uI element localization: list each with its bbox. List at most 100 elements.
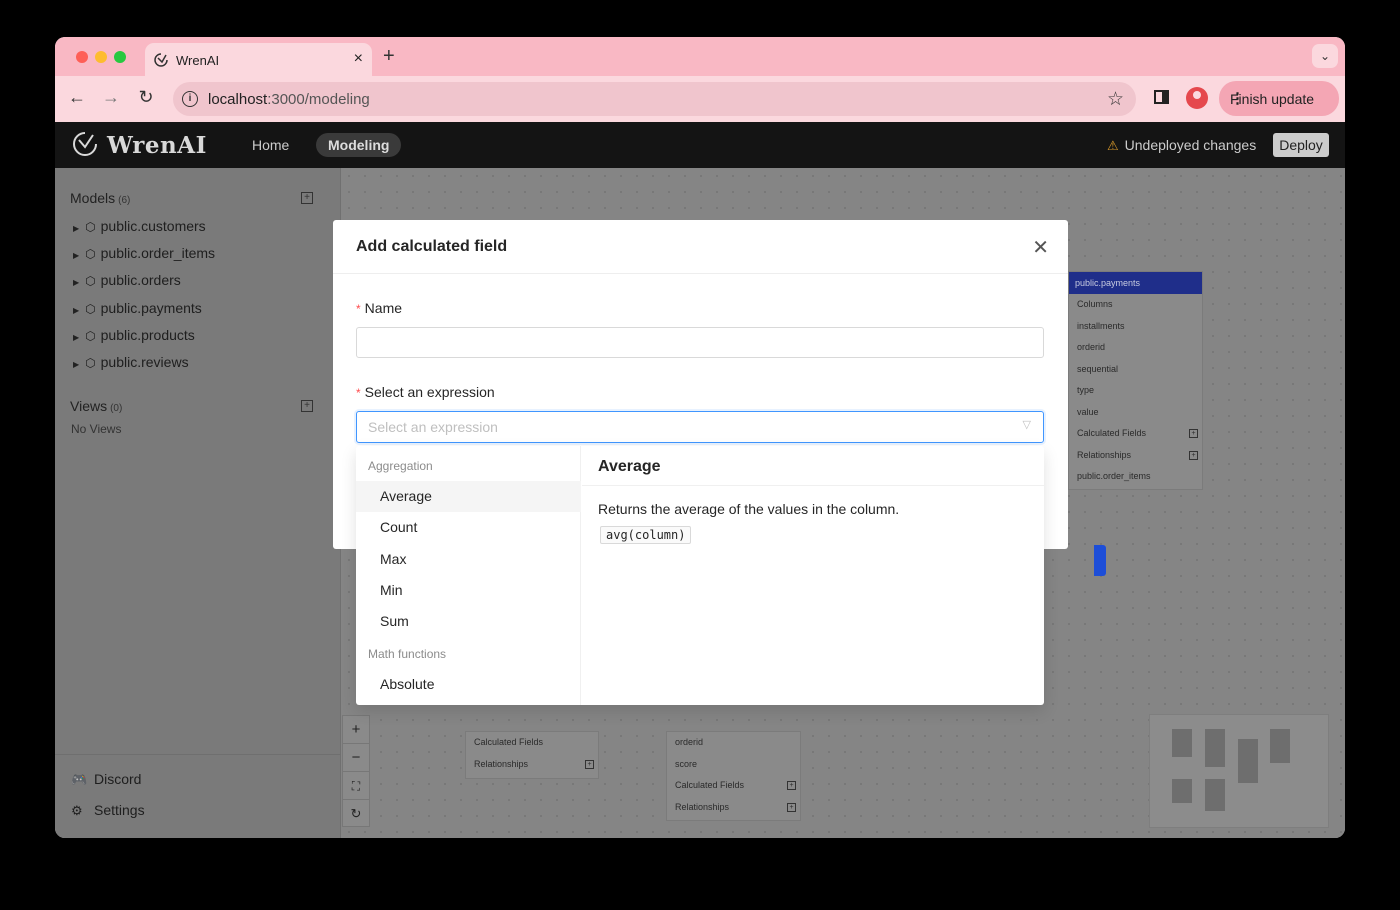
node-row-relationships[interactable]: Relationships + xyxy=(667,797,800,819)
submit-button[interactable] xyxy=(1094,545,1106,576)
model-node-payments[interactable]: public.payments Columns installments ord… xyxy=(1068,271,1203,490)
sidebar-item-model[interactable]: ▶ ⬡ public.orders xyxy=(73,272,181,288)
node-row-relationships[interactable]: Relationships + xyxy=(466,754,598,776)
settings-link[interactable]: ⚙ Settings xyxy=(71,802,145,819)
fit-view-icon[interactable]: ⛶ xyxy=(343,772,369,800)
sidebar-divider xyxy=(55,754,341,755)
site-info-icon[interactable]: i xyxy=(182,91,198,107)
minimap-node xyxy=(1172,729,1192,757)
close-icon[interactable]: ✕ xyxy=(1032,235,1049,260)
more-menu-icon[interactable]: ⋮ xyxy=(1230,89,1329,107)
sidebar-item-model[interactable]: ▶ ⬡ public.order_items xyxy=(73,245,215,261)
finish-update-button[interactable]: Finish update ⋮ xyxy=(1219,81,1339,116)
gear-icon: ⚙ xyxy=(71,803,83,818)
browser-tab[interactable]: WrenAI × xyxy=(145,43,372,76)
discord-link[interactable]: 🎮 Discord xyxy=(71,771,141,788)
expression-select[interactable]: Select an expression ▽ xyxy=(356,411,1044,443)
expression-options-list: Aggregation Average Count Max Min Sum Ma… xyxy=(356,446,581,705)
profile-avatar-icon[interactable] xyxy=(1186,87,1208,109)
views-section-title: Views (0) xyxy=(70,398,123,414)
add-view-icon[interactable]: + xyxy=(301,400,313,412)
zoom-out-icon[interactable]: − xyxy=(343,744,369,772)
node-title: public.payments xyxy=(1069,272,1202,294)
new-tab-icon[interactable]: + xyxy=(383,45,395,68)
deploy-button[interactable]: Deploy xyxy=(1273,133,1329,157)
close-window-button[interactable] xyxy=(76,51,88,63)
discord-icon: 🎮 xyxy=(71,772,88,787)
node-row: type xyxy=(1077,385,1095,395)
expression-label: * Select an expression xyxy=(356,384,495,400)
bookmark-star-icon[interactable]: ☆ xyxy=(1107,88,1124,111)
group-aggregation: Aggregation xyxy=(368,459,433,473)
sidebar: Models (6) + ▶ ⬡ public.customers ▶ ⬡ public.… xyxy=(55,168,341,838)
undeployed-label: Undeployed changes xyxy=(1124,137,1257,153)
nav-home[interactable]: Home xyxy=(252,137,289,153)
cube-icon: ⬡ xyxy=(85,302,96,316)
sidebar-item-model[interactable]: ▶ ⬡ public.customers xyxy=(73,218,206,234)
refresh-icon[interactable]: ↻ xyxy=(343,800,369,828)
expression-placeholder: Select an expression xyxy=(368,419,498,435)
option-max[interactable]: Max xyxy=(356,544,581,575)
detail-divider xyxy=(582,485,1044,486)
address-bar[interactable]: i localhost:3000/modeling ☆ xyxy=(173,82,1136,116)
name-field[interactable] xyxy=(356,327,1044,358)
modal-title: Add calculated field xyxy=(356,238,508,255)
model-node-partial[interactable]: orderid score Calculated Fields + Relatio… xyxy=(666,731,801,821)
minimap-node xyxy=(1270,729,1290,763)
url-text: localhost:3000/modeling xyxy=(208,91,370,108)
node-row: score xyxy=(675,758,698,769)
node-row: Calculated Fields xyxy=(474,737,544,747)
node-row-calculated[interactable]: Calculated Fields + xyxy=(667,775,800,797)
node-row: orderid xyxy=(1077,342,1106,352)
maximize-window-button[interactable] xyxy=(114,51,126,63)
side-panel-icon[interactable] xyxy=(1154,90,1169,104)
modal-divider xyxy=(333,273,1068,274)
add-model-icon[interactable]: + xyxy=(301,192,313,204)
node-row: value xyxy=(1077,406,1099,417)
node-row-calculated[interactable]: Calculated Fields + xyxy=(1069,423,1202,445)
detail-title: Average xyxy=(598,458,661,475)
browser-window: WrenAI × + ⌄ ← → ↻ i localhost:3000/mode… xyxy=(55,37,1345,838)
no-views-text: No Views xyxy=(71,422,122,436)
nav-modeling[interactable]: Modeling xyxy=(316,133,402,157)
cube-icon: ⬡ xyxy=(85,274,96,288)
tab-close-icon[interactable]: × xyxy=(354,50,363,68)
zoom-controls: + − ⛶ ↻ xyxy=(342,715,370,827)
cube-icon: ⬡ xyxy=(85,329,96,343)
option-min[interactable]: Min xyxy=(356,575,581,606)
node-row: installments xyxy=(1077,320,1125,331)
minimap-node xyxy=(1238,739,1258,783)
detail-description: Returns the average of the values in the… xyxy=(598,501,900,517)
option-average[interactable]: Average xyxy=(356,481,581,512)
option-sum[interactable]: Sum xyxy=(356,606,581,637)
tab-title: WrenAI xyxy=(176,53,220,68)
forward-arrow-icon[interactable]: → xyxy=(100,87,122,108)
option-absolute[interactable]: Absolute xyxy=(356,669,581,700)
models-section-title: Models (6) xyxy=(70,190,131,206)
node-row: orderid xyxy=(675,737,704,747)
detail-syntax: avg(column) xyxy=(600,526,692,544)
app-header: WrenAI Home Modeling ⚠ Undeployed changes… xyxy=(55,122,1345,168)
expression-dropdown: Aggregation Average Count Max Min Sum Ma… xyxy=(356,446,1044,705)
sidebar-item-model[interactable]: ▶ ⬡ public.products xyxy=(73,327,195,343)
reload-icon[interactable]: ↻ xyxy=(135,87,157,108)
minimap[interactable] xyxy=(1149,714,1329,828)
group-math: Math functions xyxy=(368,647,447,661)
minimap-node xyxy=(1205,779,1225,811)
sidebar-item-model[interactable]: ▶ ⬡ public.reviews xyxy=(73,354,189,370)
zoom-in-icon[interactable]: + xyxy=(343,716,369,744)
back-arrow-icon[interactable]: ← xyxy=(66,87,88,108)
cube-icon: ⬡ xyxy=(85,220,96,234)
cube-icon: ⬡ xyxy=(85,356,96,370)
node-row-relationships[interactable]: Relationships + xyxy=(1069,445,1202,467)
undeployed-status: ⚠ Undeployed changes xyxy=(1107,137,1256,154)
model-node-partial[interactable]: Calculated Fields Relationships + xyxy=(465,731,599,779)
minimize-window-button[interactable] xyxy=(95,51,107,63)
sidebar-item-model[interactable]: ▶ ⬡ public.payments xyxy=(73,300,202,316)
tab-search-chevron-icon[interactable]: ⌄ xyxy=(1312,44,1338,68)
warning-icon: ⚠ xyxy=(1107,138,1119,153)
node-row: public.order_items xyxy=(1077,471,1151,481)
add-relationship-icon: + xyxy=(787,802,796,812)
chevron-down-icon: ▽ xyxy=(1022,419,1031,431)
option-count[interactable]: Count xyxy=(356,512,581,543)
